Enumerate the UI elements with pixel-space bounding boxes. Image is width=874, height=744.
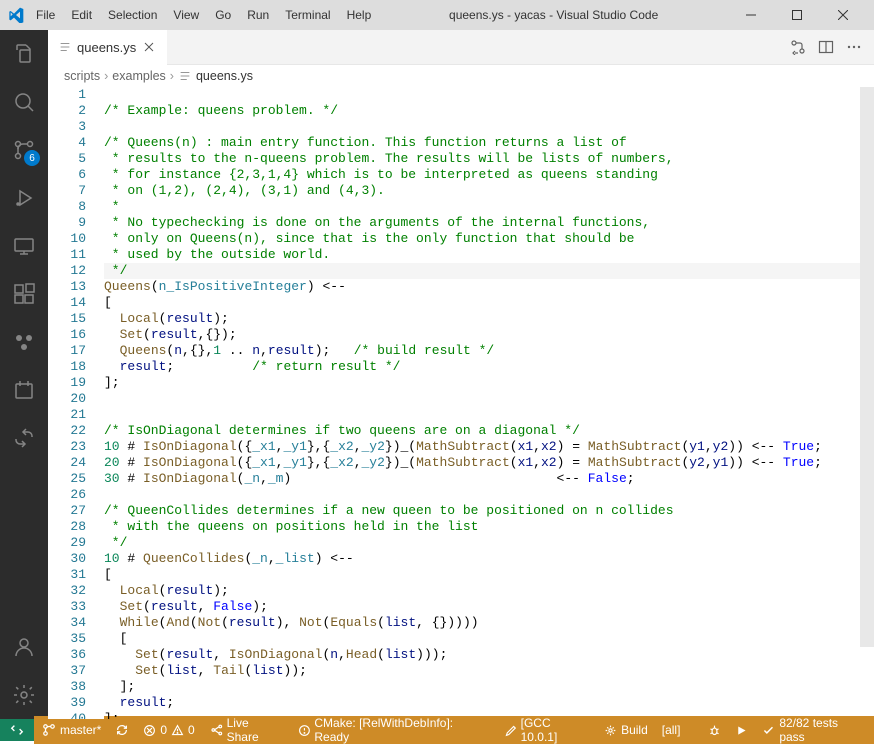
scroll-thumb[interactable] — [860, 87, 874, 647]
menu-view[interactable]: View — [165, 4, 207, 26]
ctest-status[interactable]: 82/82 tests pass — [762, 716, 866, 744]
settings-gear-icon[interactable] — [0, 671, 48, 719]
chevron-right-icon: › — [170, 69, 174, 83]
vscode-logo-icon — [8, 7, 24, 23]
code-content[interactable]: /* Example: queens problem. */ /* Queens… — [104, 87, 860, 719]
build-label: Build — [621, 723, 648, 737]
crumb-scripts[interactable]: scripts — [64, 69, 100, 83]
explorer-icon[interactable] — [0, 30, 48, 78]
run-launch[interactable] — [735, 724, 748, 737]
git-sync[interactable] — [115, 723, 129, 737]
problems-indicator[interactable]: 0 0 — [143, 723, 194, 737]
code-editor[interactable]: 1234567891011121314151617181920212223242… — [48, 87, 874, 719]
tabs-actions — [790, 39, 874, 55]
scm-badge: 6 — [24, 150, 40, 166]
tabs-row: queens.ys — [48, 30, 874, 65]
tab-queens[interactable]: queens.ys — [48, 30, 167, 65]
split-editor-icon[interactable] — [818, 39, 834, 55]
statusbar: master* 0 0 Live Share CMake: [RelWithDe… — [0, 719, 874, 741]
run-debug-icon[interactable] — [0, 174, 48, 222]
cmake-status[interactable]: CMake: [RelWithDebInfo]: Ready — [298, 716, 490, 744]
live-share[interactable]: Live Share — [209, 716, 284, 744]
menu-terminal[interactable]: Terminal — [277, 4, 338, 26]
menu-help[interactable]: Help — [339, 4, 380, 26]
extensions-icon[interactable] — [0, 270, 48, 318]
gitlens-icon[interactable] — [0, 414, 48, 462]
source-control-icon[interactable]: 6 — [0, 126, 48, 174]
editor-area: queens.ys scripts › examples › queens.ys… — [48, 30, 874, 719]
more-actions-icon[interactable] — [846, 39, 862, 55]
build-target[interactable]: [all] — [662, 723, 681, 737]
cmake-label: CMake: [RelWithDebInfo]: Ready — [314, 716, 489, 744]
menu-edit[interactable]: Edit — [63, 4, 100, 26]
menu-bar: FileEditSelectionViewGoRunTerminalHelp — [28, 4, 379, 26]
activity-bar: 6 — [0, 30, 48, 719]
remote-explorer-icon[interactable] — [0, 222, 48, 270]
line-gutter: 1234567891011121314151617181920212223242… — [48, 87, 104, 719]
crumb-examples[interactable]: examples — [112, 69, 166, 83]
tests-label: 82/82 tests pass — [779, 716, 866, 744]
menu-file[interactable]: File — [28, 4, 63, 26]
menu-selection[interactable]: Selection — [100, 4, 165, 26]
minimize-button[interactable] — [728, 0, 774, 30]
git-branch[interactable]: master* — [42, 723, 101, 737]
build-button[interactable]: Build — [604, 723, 648, 737]
compiler-label: [GCC 10.0.1] — [521, 716, 590, 744]
warning-count: 0 — [188, 723, 195, 737]
accounts-icon[interactable] — [0, 623, 48, 671]
liveshare-label: Live Share — [227, 716, 284, 744]
chevron-right-icon: › — [104, 69, 108, 83]
file-icon — [58, 40, 72, 54]
menu-run[interactable]: Run — [239, 4, 277, 26]
menu-go[interactable]: Go — [207, 4, 239, 26]
compare-changes-icon[interactable] — [790, 39, 806, 55]
debug-launch[interactable] — [708, 724, 721, 737]
close-button[interactable] — [820, 0, 866, 30]
file-icon — [178, 69, 192, 83]
project-manager-icon[interactable] — [0, 366, 48, 414]
window-title: queens.ys - yacas - Visual Studio Code — [379, 8, 728, 22]
search-icon[interactable] — [0, 78, 48, 126]
main-area: 6 — [0, 30, 874, 719]
remote-indicator[interactable] — [0, 719, 34, 741]
window-controls — [728, 0, 866, 30]
close-icon[interactable] — [141, 39, 157, 55]
maximize-button[interactable] — [774, 0, 820, 30]
breadcrumbs: scripts › examples › queens.ys — [48, 65, 874, 87]
compiler-kit[interactable]: [GCC 10.0.1] — [504, 716, 590, 744]
crumb-file[interactable]: queens.ys — [196, 69, 253, 83]
vertical-scrollbar[interactable] — [860, 87, 874, 719]
cmake-icon[interactable] — [0, 318, 48, 366]
target-label: [all] — [662, 723, 681, 737]
tab-label: queens.ys — [77, 40, 136, 55]
titlebar: FileEditSelectionViewGoRunTerminalHelp q… — [0, 0, 874, 30]
error-count: 0 — [160, 723, 167, 737]
branch-name: master* — [60, 723, 101, 737]
